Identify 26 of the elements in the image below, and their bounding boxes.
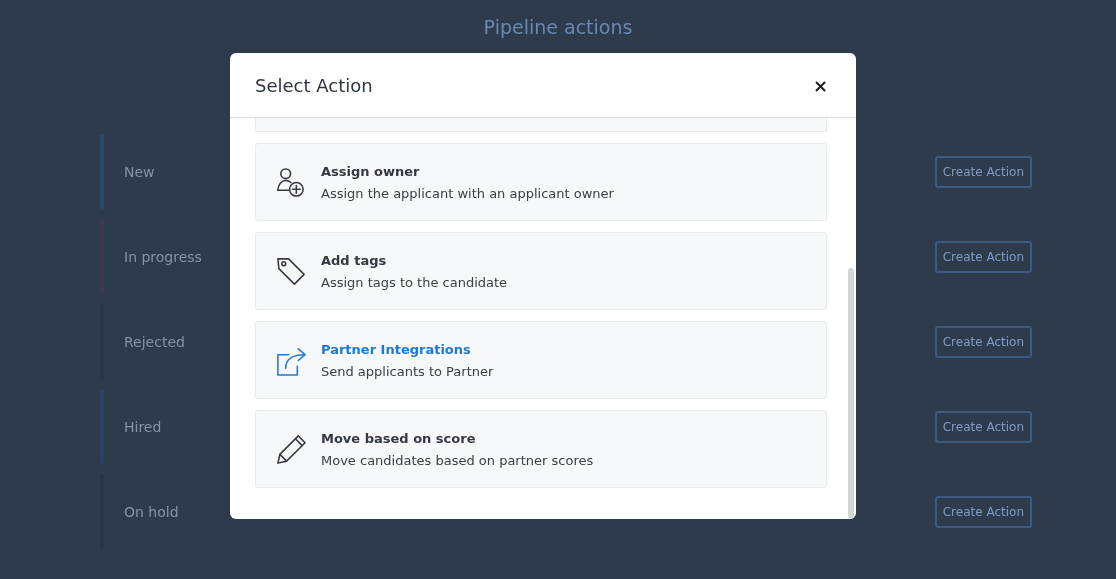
create-action-button[interactable]: Create Action — [934, 240, 1032, 273]
action-description: Send applicants to Partner — [321, 363, 494, 379]
action-description: Assign the applicant with an applicant owner — [321, 185, 614, 201]
action-card[interactable]: Add tags Assign tags to the candidate — [255, 232, 827, 310]
stage-name: On hold — [124, 503, 179, 520]
create-action-button[interactable]: Create Action — [934, 325, 1032, 358]
action-description: Assign tags to the candidate — [321, 274, 508, 290]
action-title: Add tags — [321, 252, 388, 268]
action-title: Assign owner — [321, 163, 421, 179]
action-card[interactable]: Partner Integrations Send applicants to Partner — [255, 321, 827, 399]
close-button[interactable]: × — [808, 74, 832, 96]
stage-name: Hired — [124, 418, 162, 435]
action-description: Move candidates based on partner scores — [321, 452, 594, 468]
page-title: Pipeline actions — [482, 16, 634, 40]
pencil-icon — [275, 432, 308, 466]
dialog-title: Select Action — [255, 74, 373, 96]
create-action-button[interactable]: Create Action — [934, 410, 1032, 443]
create-action-button[interactable]: Create Action — [934, 495, 1032, 528]
action-card[interactable]: Assign owner Assign the applicant with an applicant owner — [255, 143, 827, 221]
create-action-button[interactable]: Create Action — [934, 155, 1032, 188]
stage-name: In progress — [124, 248, 202, 265]
action-title: Partner Integrations — [321, 341, 472, 357]
action-title: Move based on score — [321, 430, 477, 446]
stage-name: Rejected — [124, 333, 185, 350]
action-card[interactable]: Move based on score Move candidates based on partner scores — [255, 410, 827, 488]
stage-name: New — [124, 163, 155, 180]
